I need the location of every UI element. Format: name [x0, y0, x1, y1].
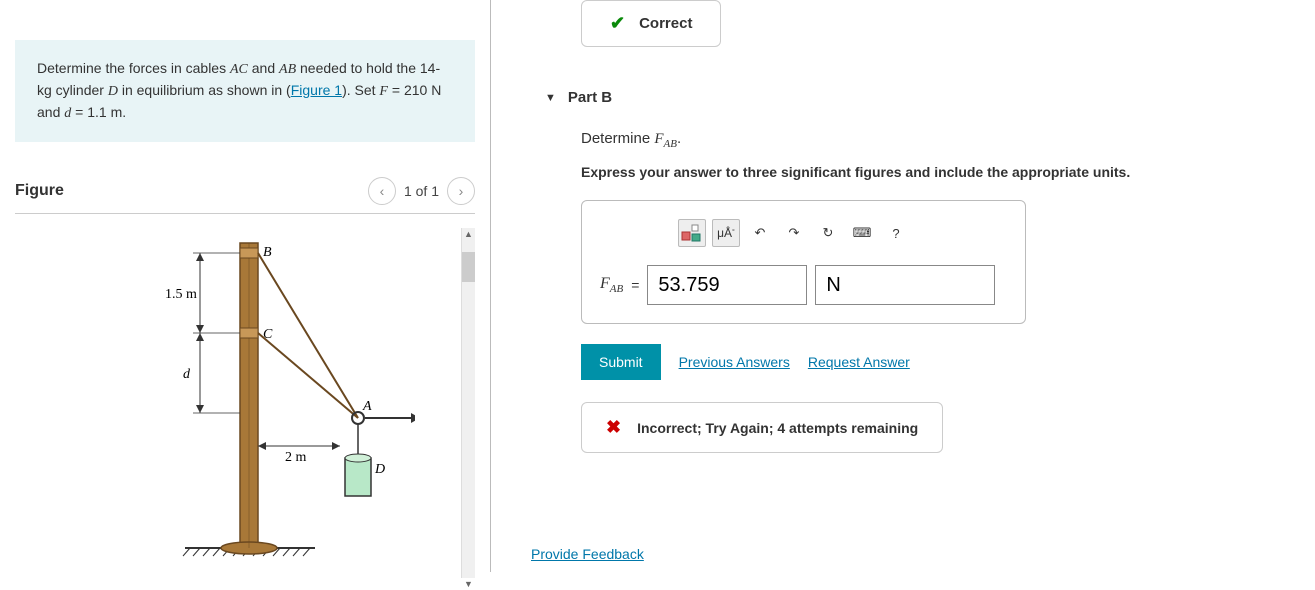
part-b-title: Part B [568, 89, 612, 106]
instruction-text: Express your answer to three significant… [581, 164, 1275, 180]
help-button[interactable]: ? [882, 219, 910, 247]
previous-answers-link[interactable]: Previous Answers [679, 354, 790, 370]
submit-button[interactable]: Submit [581, 344, 661, 380]
part-a-feedback: ✔ Correct [581, 0, 721, 47]
var-d-cyl: D [108, 84, 118, 99]
var-ac: AC [230, 62, 248, 77]
figure-next-button[interactable]: › [447, 177, 475, 205]
answer-row: FAB = [600, 265, 995, 305]
keyboard-button[interactable]: ⌨ [848, 219, 876, 247]
answer-box: μÅ ° ↶ ↷ ↻ ⌨ ? FAB = [581, 200, 1026, 324]
part-b-header[interactable]: ▼ Part B [545, 77, 1275, 130]
answer-value-input[interactable] [647, 265, 807, 305]
templates-button[interactable] [678, 219, 706, 247]
submit-row: Submit Previous Answers Request Answer [581, 344, 1275, 380]
problem-statement: Determine the forces in cables AC and AB… [15, 40, 475, 142]
label-width: 2 m [285, 450, 307, 465]
var-f: F [379, 84, 388, 99]
provide-feedback-link[interactable]: Provide Feedback [531, 546, 644, 562]
units-button[interactable]: μÅ ° [712, 219, 740, 247]
correct-text: Correct [639, 15, 692, 32]
answer-toolbar: μÅ ° ↶ ↷ ↻ ⌨ ? [678, 219, 995, 247]
figure-prev-button[interactable]: ‹ [368, 177, 396, 205]
scroll-up-icon[interactable]: ▲ [462, 228, 475, 240]
check-icon: ✔ [610, 13, 625, 34]
figure-title: Figure [15, 182, 64, 200]
problem-text: Determine the forces in cables [37, 60, 230, 76]
label-d: d [183, 367, 191, 382]
answer-unit-input[interactable] [815, 265, 995, 305]
label-a: A [362, 399, 372, 414]
figure-nav: ‹ 1 of 1 › [368, 177, 475, 205]
feedback-text: Incorrect; Try Again; 4 attempts remaini… [637, 420, 918, 436]
cross-icon: ✖ [606, 417, 621, 438]
reset-button[interactable]: ↻ [814, 219, 842, 247]
redo-button[interactable]: ↷ [780, 219, 808, 247]
var-ab: AB [279, 62, 296, 77]
templates-icon [681, 224, 703, 242]
figure-scrollbar[interactable]: ▲ ▼ [461, 228, 475, 578]
figure-svg: B C 1.5 m d A F [75, 228, 415, 568]
part-b-feedback: ✖ Incorrect; Try Again; 4 attempts remai… [581, 402, 943, 453]
figure-area: B C 1.5 m d A F [15, 228, 475, 578]
figure-link[interactable]: Figure 1 [291, 82, 342, 98]
scroll-down-icon[interactable]: ▼ [462, 578, 475, 590]
label-d-cyl: D [374, 462, 385, 477]
caret-down-icon: ▼ [545, 92, 556, 104]
equals-sign: = [631, 277, 639, 293]
figure-counter: 1 of 1 [404, 183, 439, 199]
request-answer-link[interactable]: Request Answer [808, 354, 910, 370]
undo-button[interactable]: ↶ [746, 219, 774, 247]
determine-text: Determine FAB. [581, 130, 1275, 150]
label-b: B [263, 245, 272, 260]
answer-var-label: FAB [600, 275, 623, 295]
label-height: 1.5 m [165, 287, 197, 302]
scroll-thumb[interactable] [462, 252, 475, 282]
figure-header: Figure ‹ 1 of 1 › [15, 177, 475, 214]
